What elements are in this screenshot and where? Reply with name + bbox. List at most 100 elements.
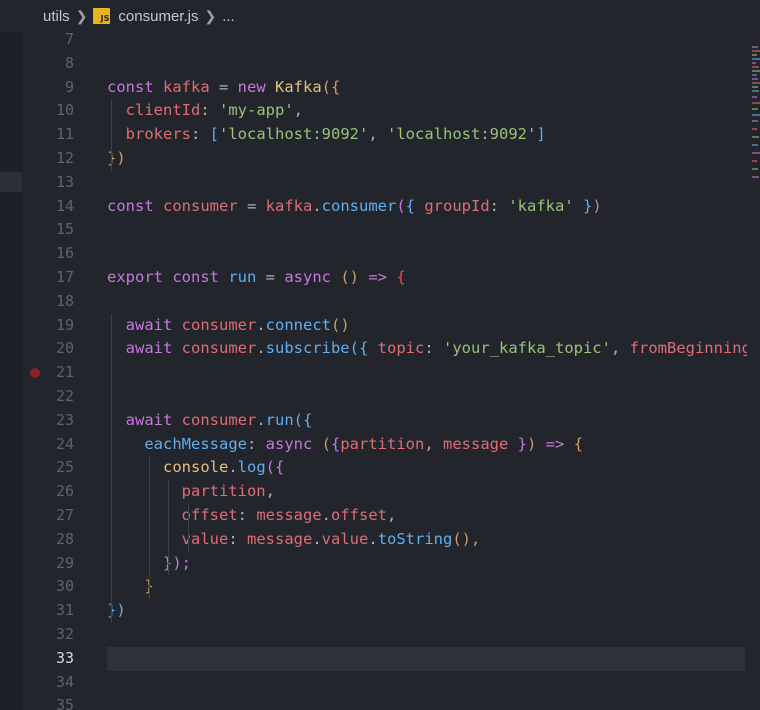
code-line[interactable]: 22 xyxy=(22,385,747,409)
code-token: async xyxy=(265,434,322,453)
code-line[interactable]: 32 xyxy=(22,623,747,647)
code-token: : xyxy=(489,196,509,215)
code-token: consumer xyxy=(321,196,397,215)
code-token: () xyxy=(330,315,350,334)
code-token: clientId xyxy=(107,101,201,120)
code-token: : xyxy=(246,434,266,453)
code-token: = xyxy=(256,268,285,286)
code-line[interactable]: 8 xyxy=(22,52,747,76)
code-token: ) xyxy=(527,434,537,453)
code-line[interactable]: 17 export const run = async () => { xyxy=(22,266,747,290)
code-line[interactable]: 10 clientId: 'my-app', xyxy=(22,99,747,123)
line-number: 21 xyxy=(55,363,74,382)
code-token: message xyxy=(443,434,509,453)
code-token: connect xyxy=(265,315,331,334)
code-token: : xyxy=(200,101,219,120)
breadcrumb-file[interactable]: consumer.js xyxy=(118,8,198,25)
code-line[interactable]: 27 offset: message.offset, xyxy=(22,504,747,528)
minimap-line xyxy=(752,66,759,68)
code-token: run xyxy=(228,268,257,286)
code-token: 'localhost:9092' xyxy=(219,125,369,144)
minimap[interactable] xyxy=(747,32,760,710)
minimap-line xyxy=(752,128,757,130)
minimap-line xyxy=(752,96,757,98)
side-panel-selected-item[interactable] xyxy=(0,172,22,192)
breadcrumb-folder[interactable]: utils xyxy=(43,8,70,25)
code-text: const kafka = new Kafka({ xyxy=(107,76,340,100)
code-text: await consumer.subscribe({ topic: 'your_… xyxy=(107,337,747,361)
code-line[interactable]: 29 }); xyxy=(22,552,747,576)
code-text: }) xyxy=(107,599,126,623)
code-token: => xyxy=(536,434,574,453)
line-number: 35 xyxy=(55,696,74,710)
code-text: offset: message.offset, xyxy=(107,504,397,528)
code-token: eachMessage xyxy=(107,434,247,453)
code-token: ({ xyxy=(321,77,341,96)
code-line[interactable]: 21 xyxy=(22,361,747,385)
code-line[interactable]: 16 xyxy=(22,242,747,266)
minimap-line xyxy=(752,144,758,146)
line-number: 24 xyxy=(55,434,74,453)
code-token: } xyxy=(508,434,528,453)
code-line[interactable]: 18 xyxy=(22,290,747,314)
code-line[interactable]: 30 } xyxy=(22,575,747,599)
code-line[interactable]: 25 console.log({ xyxy=(22,456,747,480)
code-token: offset xyxy=(331,506,387,524)
indent-guide xyxy=(111,313,112,623)
code-line[interactable]: 11 brokers: ['localhost:9092', 'localhos… xyxy=(22,123,747,147)
code-text: partition, xyxy=(107,480,275,504)
code-line[interactable]: 19 await consumer.connect() xyxy=(22,314,747,338)
line-number: 27 xyxy=(55,506,74,524)
line-number: 12 xyxy=(55,149,74,167)
minimap-line xyxy=(752,46,758,48)
code-line[interactable]: 34 xyxy=(22,671,747,695)
code-token: fromBeginning xyxy=(629,339,747,358)
code-line[interactable]: 35 xyxy=(22,694,747,710)
code-token: } xyxy=(573,196,593,215)
code-token: async xyxy=(284,268,341,286)
code-text: await consumer.connect() xyxy=(107,314,350,338)
code-text: }) xyxy=(107,147,126,171)
code-line[interactable]: 9 const kafka = new Kafka({ xyxy=(22,76,747,100)
code-editor[interactable]: 7 8 9 const kafka = new Kafka({10 clientId:… xyxy=(22,32,747,710)
minimap-line xyxy=(752,58,760,60)
code-token: . xyxy=(256,315,266,334)
code-line[interactable]: 12}) xyxy=(22,147,747,171)
code-token: topic xyxy=(377,339,425,358)
code-line[interactable]: 20 await consumer.subscribe({ topic: 'yo… xyxy=(22,337,747,361)
code-line[interactable]: 33 xyxy=(22,646,747,671)
breadcrumb-symbol[interactable]: ... xyxy=(222,8,235,25)
code-token: , xyxy=(265,482,275,501)
line-number: 25 xyxy=(55,458,74,477)
line-number: 22 xyxy=(55,387,74,405)
code-line[interactable]: 14 const consumer = kafka.consumer({ grou… xyxy=(22,195,747,219)
code-token: : xyxy=(228,529,247,548)
code-token: : xyxy=(237,506,257,524)
code-token: , xyxy=(424,434,444,453)
code-line[interactable]: 28 value: message.value.toString(), xyxy=(22,528,747,552)
code-token: = xyxy=(209,77,238,96)
chevron-right-icon: ❯ xyxy=(75,7,88,24)
code-line[interactable]: 15 xyxy=(22,218,747,242)
code-token: ) xyxy=(592,196,602,215)
code-token: ({ xyxy=(349,339,378,358)
minimap-line xyxy=(752,70,760,72)
code-token: new xyxy=(237,77,275,96)
code-text: await consumer.run({ xyxy=(107,409,313,433)
line-number: 14 xyxy=(55,196,74,215)
code-token: ] xyxy=(536,125,546,144)
code-token: run xyxy=(265,410,294,429)
code-line[interactable]: 23 await consumer.run({ xyxy=(22,409,747,433)
code-token: kafka xyxy=(265,196,313,215)
code-token: await xyxy=(107,410,182,429)
code-token: 'your_kafka_topic' xyxy=(443,339,611,358)
code-token: , xyxy=(368,125,387,144)
line-number: 33 xyxy=(55,648,74,667)
code-token: value xyxy=(321,529,369,548)
code-line[interactable]: 13 xyxy=(22,171,747,195)
code-line[interactable]: 26 partition, xyxy=(22,480,747,504)
code-line[interactable]: 7 xyxy=(22,32,747,52)
code-token: offset xyxy=(107,506,238,524)
code-line[interactable]: 31}) xyxy=(22,599,747,623)
code-line[interactable]: 24 eachMessage: async ({partition, messa… xyxy=(22,433,747,457)
